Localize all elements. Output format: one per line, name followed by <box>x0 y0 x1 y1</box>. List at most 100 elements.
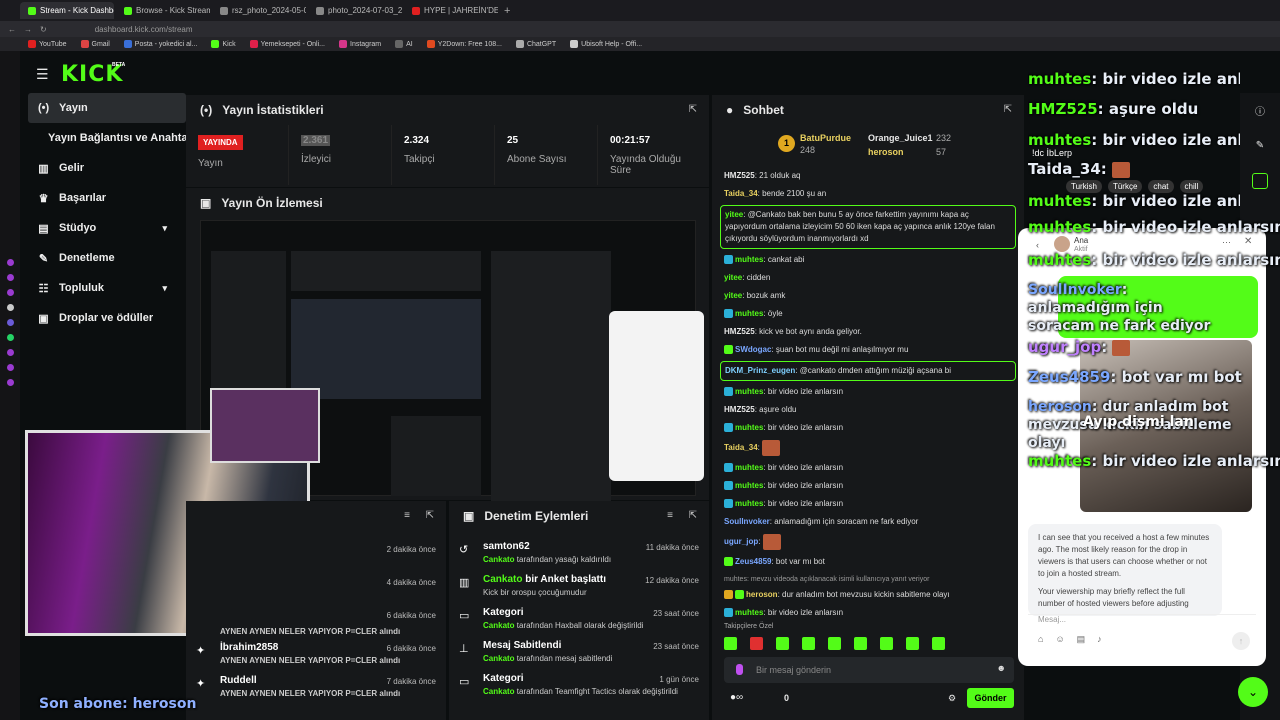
menu-icon[interactable]: ☰ <box>36 66 49 83</box>
live-badge: YAYINDA <box>198 135 243 150</box>
send-button[interactable]: Gönder <box>967 688 1014 708</box>
image-favicon-icon <box>220 6 228 15</box>
emote-icon[interactable] <box>932 637 945 650</box>
close-icon[interactable]: ✕ <box>1244 236 1252 247</box>
send-icon[interactable]: ↑ <box>1232 632 1250 650</box>
forward-icon[interactable]: → <box>24 25 32 34</box>
chat-text: aşure oldu <box>759 405 797 414</box>
gif-icon[interactable]: ▤ <box>1077 634 1086 645</box>
chat-user: muhtes <box>735 387 764 396</box>
rail-icon[interactable] <box>6 259 14 266</box>
back-icon[interactable]: ← <box>8 25 16 34</box>
mic-icon[interactable] <box>736 664 743 675</box>
popout-icon[interactable]: ⇱ <box>426 510 434 521</box>
mod-time: 23 saat önce <box>653 642 699 651</box>
emote-icon[interactable] <box>776 637 789 650</box>
rail-icon[interactable] <box>6 364 14 371</box>
mod-text: tarafından Haxball olarak değiştirildi <box>516 621 644 630</box>
folder-icon <box>395 40 404 48</box>
sidebar-item-yayin[interactable]: (•) Yayın <box>28 93 186 123</box>
bookmark[interactable]: Posta - yokedici al... <box>123 40 197 48</box>
bookmark-label: YouTube <box>39 40 67 48</box>
bookmark[interactable]: Yemeksepeti - Onli... <box>249 40 325 48</box>
chat-user: ugur_jop <box>724 537 759 547</box>
overlay-line: muhtes: bir video izle anlarsın <box>1028 70 1240 88</box>
chat-message: muhtes: bir video izle anlarsın <box>712 604 1024 622</box>
chat-text: bende 2100 şu an <box>762 189 827 198</box>
sidebar-item-stream-key[interactable]: Yayın Bağlantısı ve Anahtarı <box>20 123 195 153</box>
info-icon[interactable]: ⓘ <box>1240 103 1280 118</box>
bookmark[interactable]: Ubisoft Help - Offi... <box>570 40 642 48</box>
edit-icon[interactable]: ✎ <box>1240 140 1280 151</box>
sidebar-item-label: Stüdyo <box>59 222 97 234</box>
new-tab-icon[interactable]: + <box>504 5 510 17</box>
popout-icon[interactable]: ⇱ <box>689 510 697 521</box>
chevron-down-icon[interactable]: ⌄ <box>1238 677 1268 707</box>
browser-tab[interactable]: Stream - Kick Dashboard <box>20 2 114 19</box>
emote-icon <box>1112 339 1131 356</box>
url-field[interactable]: dashboard.kick.com/stream <box>95 25 193 34</box>
bookmark[interactable]: Y2Down: Free 108... <box>426 40 502 48</box>
reload-icon[interactable]: ↻ <box>40 25 47 34</box>
mail-icon <box>123 40 132 48</box>
overlay-text: : bir video izle anlarsın <box>1091 218 1280 236</box>
rail-icon[interactable] <box>6 379 14 386</box>
bookmark[interactable]: YouTube <box>28 40 67 48</box>
chat-text: dur anladım bot mevzusu kickin sabitleme… <box>782 590 950 599</box>
overlay-line: muhtes: bir video izle anlarsın <box>1028 131 1240 149</box>
sidebar-item-basarilar[interactable]: ♛ Başarılar <box>20 183 185 213</box>
chat-text: cidden <box>746 273 771 282</box>
emote-icon[interactable] <box>854 637 867 650</box>
browser-tab[interactable]: HYPE | JAHREİN'DEN İZLİ... <box>404 2 498 19</box>
browser-tab[interactable]: photo_2024-07-03_23-0... <box>308 2 402 19</box>
emote-icon[interactable] <box>906 637 919 650</box>
whatsapp-icon[interactable] <box>6 334 14 341</box>
mic-icon[interactable]: ♪ <box>1097 634 1102 645</box>
sidebar-item-topluluk[interactable]: ☷ Topluluk ▾ <box>20 273 185 303</box>
tool-button[interactable] <box>1252 173 1268 189</box>
browser-tab[interactable]: Browse - Kick Streaming <box>116 2 210 19</box>
bookmark[interactable]: ChatGPT <box>515 40 556 48</box>
message-input[interactable]: Mesaj... <box>1038 615 1066 624</box>
mod-time: 1 gün önce <box>659 675 699 684</box>
bookmark[interactable]: Instagram <box>339 40 381 48</box>
filter-icon[interactable]: ≡ <box>404 510 410 521</box>
filter-icon[interactable]: ≡ <box>667 510 673 521</box>
kick-icon <box>211 40 220 48</box>
chat-input[interactable]: Bir mesaj gönderin ☻ <box>724 657 1014 683</box>
popout-icon[interactable]: ⇱ <box>689 104 697 115</box>
preview-nested <box>291 299 481 399</box>
rail-icon[interactable] <box>6 274 14 281</box>
emote-icon[interactable] <box>750 637 763 650</box>
rail-icon[interactable] <box>6 349 14 356</box>
emote-icon[interactable] <box>724 637 737 650</box>
chat-user: SWdogac <box>735 345 772 354</box>
sidebar-item-gelir[interactable]: ▥ Gelir <box>20 153 185 183</box>
reply-note: muhtes: mevzu videoda açıklanacak isimli… <box>724 576 930 583</box>
emoji-icon[interactable]: ☺ <box>1055 634 1064 645</box>
popout-icon[interactable]: ⇱ <box>1004 104 1012 115</box>
points-value: 0 <box>784 693 790 703</box>
emoji-icon[interactable]: ☻ <box>997 663 1006 673</box>
bookmark[interactable]: Gmail <box>80 40 110 48</box>
sidebar-item-denetleme[interactable]: ✎ Denetleme <box>20 243 185 273</box>
sidebar-item-droplar[interactable]: ▣ Droplar ve ödüller <box>20 303 185 333</box>
rail-icon[interactable] <box>6 289 14 296</box>
settings-icon[interactable]: ⚙ <box>948 693 956 704</box>
sidebar-item-studyo[interactable]: ▤ Stüdyo ▾ <box>20 213 185 243</box>
chat-bubble-icon: ● <box>726 103 734 117</box>
emote-icon[interactable] <box>802 637 815 650</box>
emote-icon[interactable] <box>828 637 841 650</box>
activity-row: ✦ Ruddell AYNEN AYNEN NELER YAPIYOR P=CLER… <box>186 671 446 704</box>
chat-user: yitee <box>724 291 743 300</box>
emote-icon[interactable] <box>880 637 893 650</box>
chat-text: @Cankato bak ben bunu 5 ay önce farketti… <box>725 210 995 243</box>
rail-icon[interactable] <box>6 304 14 311</box>
attach-icon[interactable]: ⌂ <box>1038 634 1043 645</box>
browser-tab[interactable]: rsz_photo_2024-05-07_2... <box>212 2 306 19</box>
points-icon[interactable]: ●∞ <box>730 692 743 703</box>
rail-icon[interactable] <box>6 319 14 326</box>
bookmark[interactable]: Kick <box>211 40 236 48</box>
bookmark[interactable]: AI <box>395 40 413 48</box>
chat-message: muhtes: bir video izle anlarsın <box>712 419 1024 437</box>
